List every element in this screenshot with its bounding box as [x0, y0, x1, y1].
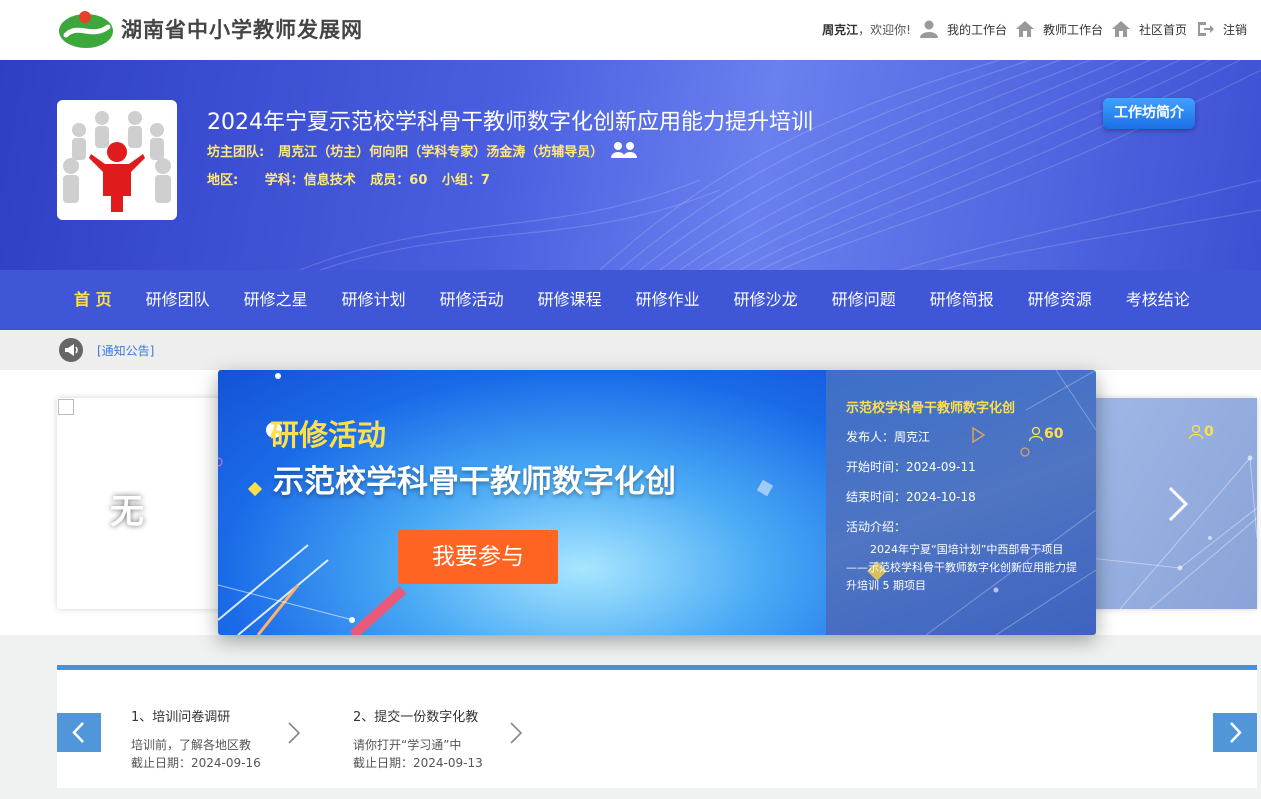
greeting-suffix: ，欢迎你! [858, 22, 911, 37]
top-bar: 湖南省中小学教师发展网 周克江，欢迎你! 我的工作台 教师工作台 社区首页 注销 [0, 0, 1261, 60]
nav-questions[interactable]: 研修问题 [832, 270, 896, 330]
chevron-right-icon [288, 722, 301, 744]
logout-icon [1197, 22, 1214, 36]
region-label: 地区: [207, 173, 239, 188]
banner-wave-pattern [299, 60, 1261, 270]
nav-home[interactable]: 首 页 [74, 270, 112, 330]
nav-plan[interactable]: 研修计划 [342, 270, 406, 330]
activity-headline: 示范校学科骨干教师数字化创 [273, 464, 676, 500]
carousel-card-active[interactable]: 研修活动 示范校学科骨干教师数字化创 我要参与 示范校学科骨干教师数字化创 发布… [218, 370, 1096, 635]
team-figures-icon [57, 100, 177, 220]
nav-team[interactable]: 研修团队 [146, 270, 210, 330]
participants-count: 60 [1044, 426, 1064, 442]
user-icon [919, 20, 938, 38]
greeting-name: 周克江 [822, 22, 859, 37]
logo-icon [59, 11, 113, 48]
my-workbench-link[interactable]: 我的工作台 [947, 21, 1007, 38]
task-summary: 培训前，了解各地区教 [131, 738, 252, 752]
teacher-workbench-link[interactable]: 教师工作台 [1043, 21, 1103, 38]
activity-intro-label: 活动介绍： [846, 520, 907, 534]
nav-salon[interactable]: 研修沙龙 [734, 270, 798, 330]
activity-carousel: 无 0 研修活动 示范校学科骨干教师数字化创 我要参与 示范校学科骨干教师数字化… [0, 370, 1261, 635]
team-line: 坊主团队: 周克江（坊主）何向阳（学科专家）汤金涛（坊辅导员） [207, 140, 641, 160]
nav-stars[interactable]: 研修之星 [244, 270, 308, 330]
team-label: 坊主团队: [207, 144, 265, 160]
carousel-next-arrow[interactable] [1166, 484, 1190, 524]
nav-assessment[interactable]: 考核结论 [1126, 270, 1190, 330]
subject: 学科：信息技术 [264, 173, 356, 188]
task-summary: 请你打开“学习通”中 [353, 738, 462, 752]
logout-link[interactable]: 注销 [1223, 21, 1247, 38]
activity-details: 示范校学科骨干教师数字化创 发布人：周克江 60 开始时间：2024-09-11… [826, 370, 1096, 635]
nav-assignments[interactable]: 研修作业 [636, 270, 700, 330]
community-home-link[interactable]: 社区首页 [1139, 21, 1187, 38]
nav-activities[interactable]: 研修活动 [440, 270, 504, 330]
members-count: 成员：60 [370, 173, 428, 188]
team-members: 周克江（坊主）何向阳（学科专家）汤金涛（坊辅导员） [278, 144, 604, 160]
workshop-title: 2024年宁夏示范校学科骨干教师数字化创新应用能力提升培训 [207, 110, 813, 135]
chevron-left-icon [72, 722, 84, 743]
activity-participants: 60 [1028, 426, 1063, 442]
workshop-intro-button[interactable]: 工作坊简介 [1103, 98, 1195, 129]
group-icon [611, 142, 638, 158]
megaphone-icon [59, 338, 83, 362]
tasks-next-button[interactable] [1213, 713, 1257, 752]
workshop-meta: 地区: 学科：信息技术 成员：60 小组：7 [207, 169, 500, 188]
nav-briefings[interactable]: 研修简报 [930, 270, 994, 330]
tasks-prev-button[interactable] [57, 713, 101, 752]
prev-card-text: 无 [110, 492, 144, 532]
nav-courses[interactable]: 研修课程 [538, 270, 602, 330]
workshop-avatar [57, 100, 177, 220]
notice-bar: [通知公告] [0, 330, 1261, 370]
task-item[interactable]: 2、提交一份数字化教 请你打开“学习通”中 截止日期：2024-09-13 [353, 706, 543, 776]
groups-count: 小组：7 [441, 173, 490, 188]
activity-start: 开始时间：2024-09-11 [846, 460, 976, 474]
activity-title: 示范校学科骨干教师数字化创 [846, 401, 1016, 416]
activity-intro-text: 2024年宁夏“国培计划”中西部骨干项目——示范校学科骨干教师数字化创新应用能力… [846, 543, 1077, 592]
next-card-count-value: 0 [1204, 424, 1214, 440]
main-nav: 首 页 研修团队 研修之星 研修计划 研修活动 研修课程 研修作业 研修沙龙 研… [0, 270, 1261, 330]
next-card-count: 0 [1188, 424, 1214, 440]
activity-end: 结束时间：2024-10-18 [846, 490, 976, 504]
chevron-right-icon [1230, 722, 1242, 743]
user-outline-icon [1188, 424, 1204, 440]
task-item[interactable]: 1、培训问卷调研 培训前，了解各地区教 截止日期：2024-09-16 [131, 706, 321, 776]
activity-tag: 研修活动 [270, 418, 387, 452]
notice-link[interactable]: [通知公告] [97, 342, 154, 359]
carousel-card-next[interactable]: 0 [1090, 398, 1257, 609]
user-outline-icon [1028, 426, 1044, 442]
home-icon [1111, 21, 1130, 37]
activity-cover: 研修活动 示范校学科骨干教师数字化创 我要参与 [218, 370, 826, 635]
greeting: 周克江，欢迎你! [822, 21, 911, 38]
task-strip: 1、培训问卷调研 培训前，了解各地区教 截止日期：2024-09-16 2、提交… [57, 665, 1257, 788]
workshop-banner: 2024年宁夏示范校学科骨干教师数字化创新应用能力提升培训 坊主团队: 周克江（… [0, 60, 1261, 270]
task-deadline: 截止日期：2024-09-16 [131, 756, 261, 770]
chevron-right-icon [510, 722, 523, 744]
home-icon [1015, 21, 1034, 37]
site-name: 湖南省中小学教师发展网 [121, 18, 363, 42]
carousel-card-prev[interactable]: 无 [57, 398, 227, 609]
cover-decor [218, 373, 774, 635]
join-button[interactable]: 我要参与 [398, 530, 558, 584]
activity-publisher: 发布人：周克江 [846, 430, 931, 444]
user-links: 周克江，欢迎你! 我的工作台 教师工作台 社区首页 注销 [822, 18, 1247, 40]
broken-image-icon [58, 399, 74, 415]
nav-resources[interactable]: 研修资源 [1028, 270, 1092, 330]
task-deadline: 截止日期：2024-09-13 [353, 756, 483, 770]
